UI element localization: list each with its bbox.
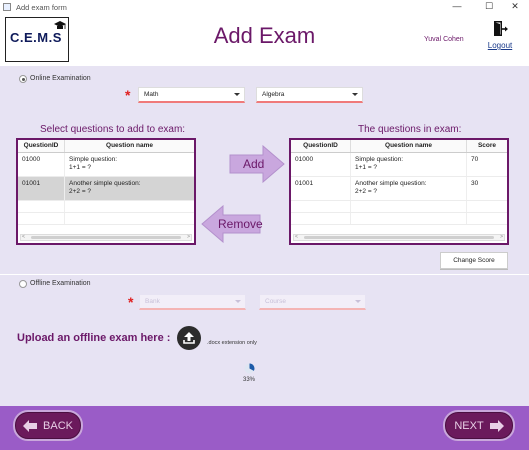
user-name: Yuval Cohen bbox=[424, 36, 464, 43]
main-panel: Online Examination * Math Algebra Select… bbox=[0, 66, 529, 406]
maximize-button[interactable]: ☐ bbox=[475, 0, 503, 14]
course-value: Algebra bbox=[262, 91, 285, 98]
question-id: 01000 bbox=[18, 153, 65, 176]
chevron-down-icon bbox=[235, 300, 241, 303]
chevron-down-icon bbox=[355, 300, 361, 303]
table-row bbox=[18, 213, 194, 225]
available-questions-table[interactable]: QuestionID Question name 01000 Simple qu… bbox=[16, 138, 196, 245]
column-header[interactable]: Question name bbox=[65, 140, 194, 152]
left-table-title: Select questions to add to exam: bbox=[40, 124, 186, 135]
next-label: NEXT bbox=[454, 419, 484, 432]
question-name: Another simple question: 2+2 = ? bbox=[351, 177, 467, 200]
table-row[interactable]: 01000 Simple question: 1+1 = ? 70 bbox=[291, 153, 507, 177]
table-row[interactable]: 01001 Another simple question: 2+2 = ? 3… bbox=[291, 177, 507, 201]
question-name-line: 2+2 = ? bbox=[355, 188, 378, 195]
question-score[interactable]: 30 bbox=[467, 177, 507, 200]
course-placeholder: Course bbox=[265, 298, 286, 305]
offline-exam-label: Offline Examination bbox=[30, 280, 91, 287]
column-header[interactable]: QuestionID bbox=[291, 140, 351, 152]
add-label: Add bbox=[243, 157, 265, 171]
remove-button[interactable]: Remove bbox=[201, 205, 263, 243]
change-score-button[interactable]: Change Score bbox=[440, 252, 508, 269]
chevron-down-icon bbox=[234, 93, 240, 96]
offline-course-select[interactable]: Course bbox=[259, 294, 366, 310]
logout-label: Logout bbox=[487, 41, 513, 50]
question-score[interactable]: 70 bbox=[467, 153, 507, 176]
question-name-line: 2+2 = ? bbox=[69, 188, 92, 195]
back-label: BACK bbox=[43, 419, 73, 432]
question-name: Simple question: 1+1 = ? bbox=[351, 153, 467, 176]
table-row bbox=[18, 201, 194, 213]
upload-progress-indicator bbox=[244, 363, 255, 376]
question-name-line: Another simple question: bbox=[355, 180, 427, 187]
back-button[interactable]: BACK bbox=[13, 410, 83, 441]
table-header: QuestionID Question name Score bbox=[291, 140, 507, 153]
footer: BACK NEXT bbox=[0, 406, 529, 450]
section-divider bbox=[0, 274, 529, 275]
window-title: Add exam form bbox=[16, 2, 67, 12]
question-name-line: Simple question: bbox=[69, 156, 118, 163]
upload-label: Upload an offline exam here : bbox=[17, 332, 171, 344]
question-name: Simple question: 1+1 = ? bbox=[65, 153, 194, 176]
question-name-line: 1+1 = ? bbox=[69, 164, 92, 171]
bank-select[interactable]: Bank bbox=[139, 294, 246, 310]
upload-progress-label: 33% bbox=[242, 377, 255, 383]
table-row[interactable]: 01000 Simple question: 1+1 = ? bbox=[18, 153, 194, 177]
question-name: Another simple question: 2+2 = ? bbox=[65, 177, 194, 200]
required-marker: * bbox=[125, 87, 131, 103]
column-header[interactable]: Question name bbox=[351, 140, 467, 152]
column-header[interactable]: Score bbox=[467, 140, 507, 152]
horizontal-scrollbar[interactable]: < > bbox=[20, 234, 192, 241]
table-row bbox=[291, 201, 507, 213]
question-id: 01001 bbox=[291, 177, 351, 200]
door-exit-icon bbox=[494, 21, 508, 36]
question-name-line: Simple question: bbox=[355, 156, 404, 163]
bank-placeholder: Bank bbox=[145, 298, 160, 305]
logout-button[interactable]: Logout bbox=[484, 20, 516, 50]
minimize-button[interactable]: — bbox=[443, 0, 471, 14]
upload-icon bbox=[183, 332, 195, 344]
extension-hint: .docx extension only bbox=[207, 340, 257, 346]
header: C.E.M.S Add Exam Yuval Cohen Logout bbox=[0, 14, 529, 66]
question-id: 01000 bbox=[291, 153, 351, 176]
arrow-right-icon bbox=[489, 419, 504, 432]
offline-exam-radio[interactable] bbox=[19, 280, 27, 288]
close-button[interactable]: ✕ bbox=[501, 0, 529, 14]
upload-button[interactable] bbox=[177, 326, 201, 350]
question-name-line: Another simple question: bbox=[69, 180, 141, 187]
app-icon bbox=[3, 3, 11, 11]
column-header[interactable]: QuestionID bbox=[18, 140, 65, 152]
table-row[interactable]: 01001 Another simple question: 2+2 = ? bbox=[18, 177, 194, 201]
question-name-line: 1+1 = ? bbox=[355, 164, 378, 171]
horizontal-scrollbar[interactable]: < > bbox=[293, 234, 505, 241]
right-table-title: The questions in exam: bbox=[358, 124, 462, 135]
exam-questions-table[interactable]: QuestionID Question name Score 01000 Sim… bbox=[289, 138, 509, 245]
course-select[interactable]: Algebra bbox=[256, 87, 363, 103]
subject-value: Math bbox=[144, 91, 159, 98]
question-id: 01001 bbox=[18, 177, 65, 200]
online-exam-label: Online Examination bbox=[30, 75, 91, 82]
add-button[interactable]: Add bbox=[229, 145, 285, 183]
online-exam-radio[interactable] bbox=[19, 75, 27, 83]
next-button[interactable]: NEXT bbox=[443, 410, 515, 441]
table-row bbox=[291, 213, 507, 225]
required-marker: * bbox=[128, 294, 134, 310]
chevron-down-icon bbox=[352, 93, 358, 96]
arrow-left-icon bbox=[23, 419, 38, 432]
table-header: QuestionID Question name bbox=[18, 140, 194, 153]
remove-label: Remove bbox=[218, 217, 263, 231]
subject-select[interactable]: Math bbox=[138, 87, 245, 103]
